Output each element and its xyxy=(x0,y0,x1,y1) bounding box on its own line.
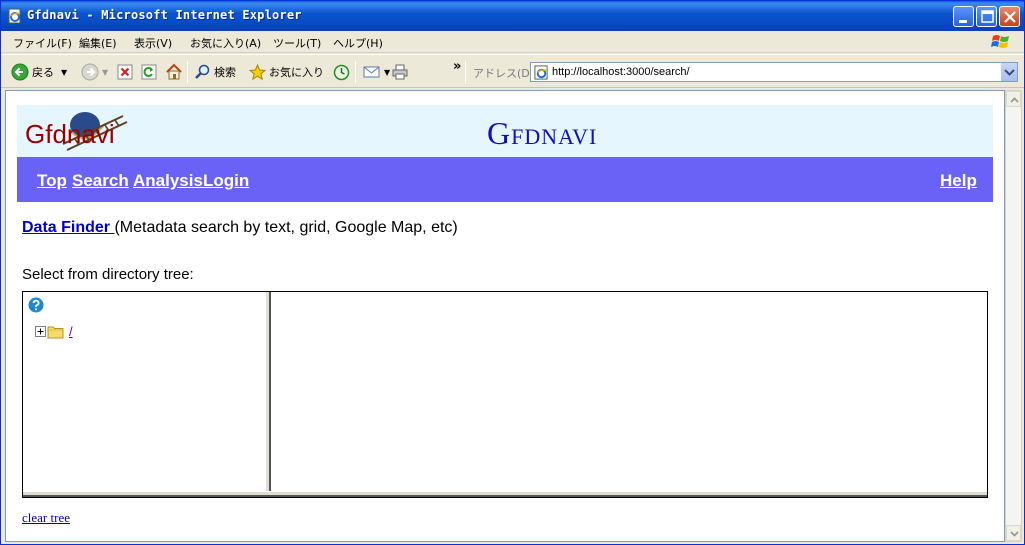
chevron-down-icon xyxy=(1004,69,1015,76)
help-icon[interactable] xyxy=(28,297,44,313)
directory-tree-frame: / xyxy=(22,291,988,498)
toolbar-separator xyxy=(187,61,188,83)
menu-view[interactable]: 表示(V) xyxy=(134,35,172,51)
ie-page-icon xyxy=(534,65,548,80)
back-arrow-icon xyxy=(11,63,29,81)
frame-splitter[interactable] xyxy=(265,292,271,497)
chevron-up-icon xyxy=(1010,97,1019,103)
toolbar-chevron-more[interactable]: » xyxy=(453,57,461,75)
menu-help[interactable]: ヘルプ(H) xyxy=(333,35,383,51)
mail-icon xyxy=(363,66,380,78)
ie-page-icon xyxy=(8,8,21,24)
history-button[interactable] xyxy=(333,63,353,81)
data-finder-description: (Metadata search by text, grid, Google M… xyxy=(114,219,458,236)
stop-button[interactable] xyxy=(117,63,136,81)
printer-icon xyxy=(392,64,408,80)
toolbar-separator xyxy=(355,61,356,83)
home-button[interactable] xyxy=(165,63,186,81)
title-bar[interactable]: Gfdnavi - Microsoft Internet Explorer xyxy=(1,1,1024,31)
minimize-button[interactable] xyxy=(953,6,974,27)
mail-button[interactable]: ▼ xyxy=(363,63,390,81)
data-finder-line: Data Finder (Metadata search by text, gr… xyxy=(22,219,458,237)
search-icon xyxy=(195,64,210,79)
chevron-down-icon: ▼ xyxy=(384,67,391,77)
forward-button[interactable]: ▼ xyxy=(81,63,108,81)
print-button[interactable] xyxy=(391,63,412,81)
refresh-button[interactable] xyxy=(141,63,160,81)
stop-icon xyxy=(117,64,133,80)
site-title: Gfdnavi xyxy=(487,115,598,151)
scroll-up-button[interactable] xyxy=(1006,91,1021,107)
history-icon xyxy=(333,64,350,80)
toolbar: 戻る ▼ ▼ 検索 お気に入り ▼ » アドレス(D) http://local… xyxy=(1,54,1024,88)
folder-icon xyxy=(47,326,64,339)
nav-search-link[interactable]: Search xyxy=(72,171,129,191)
search-button[interactable]: 検索 xyxy=(194,63,236,81)
chevron-down-icon: ▼ xyxy=(61,67,68,77)
close-icon xyxy=(1004,11,1016,23)
toolbar-separator xyxy=(465,61,466,83)
address-url[interactable]: http://localhost:3000/search/ xyxy=(552,66,690,78)
home-icon xyxy=(166,63,182,80)
site-banner: Gfdnavi Gfdnavi xyxy=(17,105,993,157)
close-button[interactable] xyxy=(999,6,1020,27)
window-title: Gfdnavi - Microsoft Internet Explorer xyxy=(27,8,302,22)
menu-favorites[interactable]: お気に入り(A) xyxy=(190,35,261,51)
address-bar[interactable]: http://localhost:3000/search/ xyxy=(530,62,1018,82)
clear-tree-link[interactable]: clear tree xyxy=(22,510,70,526)
tree-root-node: / xyxy=(35,324,73,339)
chevron-down-icon xyxy=(1010,531,1019,537)
forward-arrow-icon xyxy=(81,63,99,81)
nav-top-link[interactable]: Top xyxy=(37,171,67,191)
page-content: Gfdnavi Gfdnavi Top Search Analysis Logi… xyxy=(5,90,1005,542)
star-icon xyxy=(249,63,266,80)
address-dropdown-button[interactable] xyxy=(1000,63,1017,81)
menu-edit[interactable]: 編集(E) xyxy=(79,35,117,51)
vertical-scrollbar[interactable] xyxy=(1005,90,1022,542)
nav-login-link[interactable]: Login xyxy=(203,171,249,191)
menu-tools[interactable]: ツール(T) xyxy=(273,35,321,51)
favorites-button[interactable]: お気に入り xyxy=(249,63,324,81)
maximize-button[interactable] xyxy=(976,6,997,27)
menu-bar: ファイル(F) 編集(E) 表示(V) お気に入り(A) ツール(T) ヘルプ(… xyxy=(1,31,1024,53)
search-label: 検索 xyxy=(214,66,236,79)
select-directory-label: Select from directory tree: xyxy=(22,266,194,283)
refresh-icon xyxy=(141,64,157,80)
tree-root-link[interactable]: / xyxy=(69,324,73,339)
nav-help-link[interactable]: Help xyxy=(940,171,977,191)
data-finder-link[interactable]: Data Finder xyxy=(22,219,114,236)
menu-file[interactable]: ファイル(F) xyxy=(13,35,72,51)
address-label: アドレス(D) xyxy=(473,67,535,80)
minimize-icon xyxy=(959,20,967,23)
back-button[interactable]: 戻る ▼ xyxy=(11,63,67,81)
windows-logo-icon xyxy=(991,35,1009,48)
maximize-icon xyxy=(981,10,994,23)
frame-bottom-edge xyxy=(23,491,987,497)
main-nav: Top Search Analysis Login Help xyxy=(17,157,993,202)
back-label: 戻る xyxy=(32,66,54,79)
nav-analysis-link[interactable]: Analysis xyxy=(133,171,203,191)
browser-window: Gfdnavi - Microsoft Internet Explorer ファ… xyxy=(0,0,1025,545)
scroll-down-button[interactable] xyxy=(1006,525,1021,541)
expand-plus-icon[interactable] xyxy=(35,326,46,337)
favorites-label: お気に入り xyxy=(269,66,324,79)
chevron-down-icon: ▼ xyxy=(102,67,109,77)
logo-text: Gfdnavi xyxy=(25,119,115,149)
